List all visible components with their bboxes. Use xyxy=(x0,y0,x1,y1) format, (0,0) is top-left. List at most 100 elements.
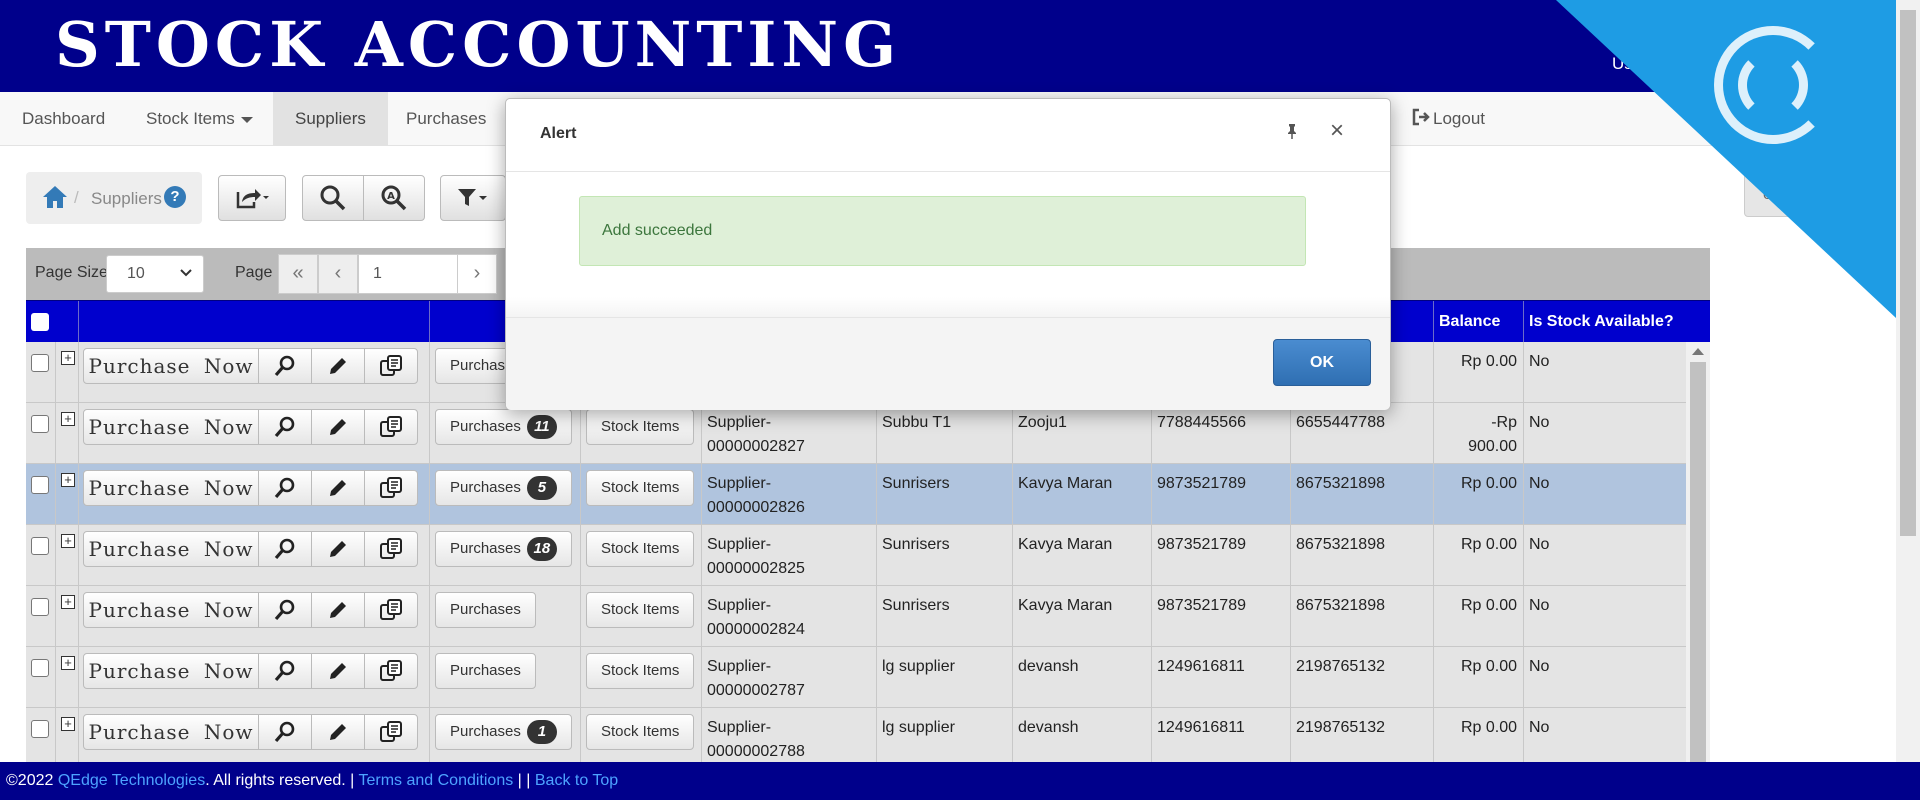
footer-back-to-top-link[interactable]: Back to Top xyxy=(535,772,618,789)
nav-stock-items[interactable]: Stock Items xyxy=(124,92,275,146)
footer-separator: | | xyxy=(513,772,535,789)
edit-button[interactable] xyxy=(311,653,365,689)
table-row[interactable]: + Purchase Now Purchases Stock Items Supplie… xyxy=(26,647,1686,708)
table-row[interactable]: + Purchase Now Purchases 11 Stock Items Suppl… xyxy=(26,403,1686,464)
copy-icon xyxy=(380,355,402,376)
copy-button[interactable] xyxy=(364,531,418,567)
purchase-now-button[interactable]: Purchase Now xyxy=(83,470,259,506)
purchase-now-button[interactable]: Purchase Now xyxy=(83,531,259,567)
select-all-checkbox[interactable] xyxy=(31,313,49,331)
expand-icon[interactable]: + xyxy=(61,656,75,670)
row-checkbox[interactable] xyxy=(31,598,49,616)
purchase-now-button[interactable]: Purchase Now xyxy=(83,653,259,689)
copy-button[interactable] xyxy=(364,714,418,750)
expand-icon[interactable]: + xyxy=(61,412,75,426)
expand-icon[interactable]: + xyxy=(61,473,75,487)
copy-button[interactable] xyxy=(364,348,418,384)
pin-icon[interactable] xyxy=(1286,123,1298,139)
expand-icon[interactable]: + xyxy=(61,717,75,731)
search-button[interactable] xyxy=(302,175,364,221)
page-size-select[interactable]: 10 xyxy=(106,255,204,293)
table-row[interactable]: + Purchase Now Purchases 5 Stock Items Suppli… xyxy=(26,464,1686,525)
filter-icon xyxy=(458,189,487,206)
stock-items-button[interactable]: Stock Items xyxy=(586,531,695,567)
filter-button[interactable] xyxy=(440,175,506,221)
table-row[interactable]: + Purchase Now Purchases 18 Stock Items Suppl… xyxy=(26,525,1686,586)
advanced-search-button[interactable]: A xyxy=(363,175,425,221)
supplier-name-cell: Subbu T1 xyxy=(876,403,1012,464)
supplier-name-cell: lg supplier xyxy=(876,647,1012,708)
expand-icon[interactable]: + xyxy=(61,351,75,365)
ok-button[interactable]: OK xyxy=(1273,339,1371,386)
edit-button[interactable] xyxy=(311,348,365,384)
stock-items-button[interactable]: Stock Items xyxy=(586,592,695,628)
view-button[interactable] xyxy=(258,592,312,628)
purchases-button[interactable]: Purchases 1 xyxy=(435,714,572,750)
page-number-input[interactable]: 1 xyxy=(358,254,458,294)
page-scrollbar[interactable] xyxy=(1896,0,1920,800)
nav-purchases[interactable]: Purchases xyxy=(384,92,508,146)
prev-page-button[interactable]: ‹ xyxy=(318,254,358,294)
view-button[interactable] xyxy=(258,470,312,506)
table-row[interactable]: + Purchase Now Purchases Stock Items Supplie… xyxy=(26,586,1686,647)
footer-company-link[interactable]: QEdge Technologies xyxy=(58,772,205,789)
stock-items-label: Stock Items xyxy=(601,540,680,557)
view-button[interactable] xyxy=(258,409,312,445)
table-row[interactable]: + Purchase Now Purchases 1 Stock Items Suppli… xyxy=(26,708,1686,768)
row-checkbox[interactable] xyxy=(31,720,49,738)
expand-icon[interactable]: + xyxy=(61,534,75,548)
edit-button[interactable] xyxy=(311,470,365,506)
next-page-button[interactable]: › xyxy=(457,254,497,294)
row-checkbox[interactable] xyxy=(31,476,49,494)
copy-button[interactable] xyxy=(364,592,418,628)
nav-dashboard[interactable]: Dashboard xyxy=(0,92,127,146)
grid-scrollbar[interactable] xyxy=(1686,342,1710,768)
row-checkbox[interactable] xyxy=(31,415,49,433)
expand-icon[interactable]: + xyxy=(61,595,75,609)
purchase-now-button[interactable]: Purchase Now xyxy=(83,714,259,750)
home-icon[interactable] xyxy=(42,184,68,210)
footer-terms-link[interactable]: Terms and Conditions xyxy=(358,772,513,789)
edit-button[interactable] xyxy=(311,714,365,750)
grid-scroll-thumb[interactable] xyxy=(1690,362,1706,768)
copy-button[interactable] xyxy=(364,470,418,506)
stock-items-button[interactable]: Stock Items xyxy=(586,470,695,506)
close-icon[interactable]: × xyxy=(1330,119,1344,143)
view-button[interactable] xyxy=(258,531,312,567)
view-button[interactable] xyxy=(258,653,312,689)
row-checkbox[interactable] xyxy=(31,537,49,555)
purchase-now-button[interactable]: Purchase Now xyxy=(83,409,259,445)
copy-button[interactable] xyxy=(364,409,418,445)
help-icon[interactable]: ? xyxy=(164,186,186,208)
purchases-button[interactable]: Purchases xyxy=(435,653,536,689)
mobile-cell: 8675321898 xyxy=(1290,525,1433,586)
purchase-now-button[interactable]: Purchase Now xyxy=(83,348,259,384)
row-checkbox[interactable] xyxy=(31,659,49,677)
edit-button[interactable] xyxy=(311,531,365,567)
nav-logout[interactable]: Logout xyxy=(1390,92,1507,146)
scroll-up-icon[interactable] xyxy=(1692,348,1704,355)
page-scroll-thumb[interactable] xyxy=(1900,10,1916,536)
purchases-button[interactable]: Purchases xyxy=(435,592,536,628)
stock-items-label: Stock Items xyxy=(601,601,680,618)
stock-items-button[interactable]: Stock Items xyxy=(586,409,695,445)
purchases-button[interactable]: Purchases 5 xyxy=(435,470,572,506)
purchase-now-button[interactable]: Purchase Now xyxy=(83,592,259,628)
edit-button[interactable] xyxy=(311,409,365,445)
export-button[interactable] xyxy=(218,175,286,221)
purchases-button[interactable]: Purchases 18 xyxy=(435,531,572,567)
view-button[interactable] xyxy=(258,348,312,384)
copy-button[interactable] xyxy=(364,653,418,689)
nav-suppliers[interactable]: Suppliers xyxy=(273,92,388,146)
purchase-now-label: Purchase Now xyxy=(88,720,254,744)
first-page-button[interactable]: « xyxy=(278,254,318,294)
header-is-stock-available[interactable]: Is Stock Available? xyxy=(1523,301,1686,343)
purchases-button[interactable]: Purchases 11 xyxy=(435,409,572,445)
row-checkbox[interactable] xyxy=(31,354,49,372)
stock-items-button[interactable]: Stock Items xyxy=(586,653,695,689)
edit-button[interactable] xyxy=(311,592,365,628)
header-balance[interactable]: Balance xyxy=(1433,301,1523,343)
view-button[interactable] xyxy=(258,714,312,750)
actions-cell: Purchase Now xyxy=(78,647,429,708)
stock-items-button[interactable]: Stock Items xyxy=(586,714,695,750)
